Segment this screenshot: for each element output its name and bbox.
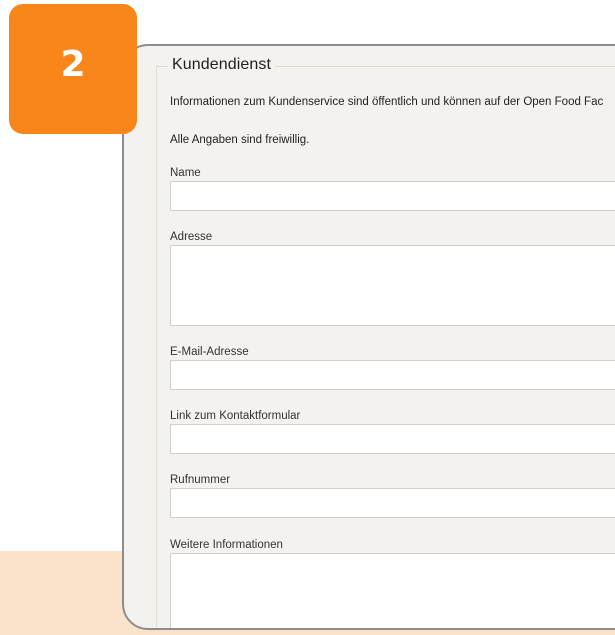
phone-input[interactable] (170, 488, 615, 518)
step-badge: 2 (9, 4, 137, 134)
name-input[interactable] (170, 181, 615, 211)
other-info-textarea[interactable] (170, 553, 615, 628)
section-legend: Kundendienst (168, 56, 276, 74)
email-input[interactable] (170, 360, 615, 390)
phone-label: Rufnummer (170, 474, 231, 486)
public-info-text: Informationen zum Kundenservice sind öff… (170, 96, 604, 108)
contact-form-link-label: Link zum Kontaktformular (170, 410, 301, 422)
contact-form-link-input[interactable] (170, 424, 615, 454)
optional-note: Alle Angaben sind freiwillig. (170, 134, 310, 146)
customer-service-form-card: Kundendienst Informationen zum Kundenser… (122, 44, 615, 630)
step-number: 2 (60, 43, 86, 85)
address-label: Adresse (170, 231, 213, 243)
screenshot-stage: Kundendienst Informationen zum Kundenser… (0, 0, 615, 635)
other-info-label: Weitere Informationen (170, 539, 283, 551)
address-textarea[interactable] (170, 245, 615, 326)
fieldset-left-border (156, 66, 157, 628)
name-label: Name (170, 167, 201, 179)
email-label: E-Mail-Adresse (170, 346, 249, 358)
